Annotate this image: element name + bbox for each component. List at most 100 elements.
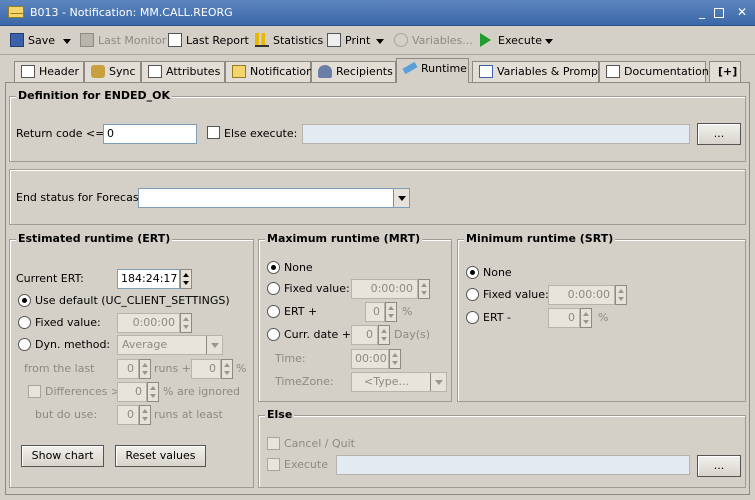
mrt-fixed-value-radio[interactable] bbox=[267, 282, 280, 295]
mrt-curr-date-radio[interactable] bbox=[267, 328, 280, 341]
minimize-button[interactable]: _ bbox=[695, 5, 709, 19]
current-ert-spinner[interactable] bbox=[180, 269, 192, 289]
add-tab-label: [+] bbox=[718, 65, 738, 78]
close-button[interactable]: ✕ bbox=[735, 5, 749, 19]
ert-fixed-value-radio[interactable] bbox=[18, 316, 31, 329]
mrt-title: Maximum runtime (MRT) bbox=[265, 232, 423, 245]
mrt-percent-sign: % bbox=[402, 305, 413, 318]
else-execute-input[interactable] bbox=[302, 124, 690, 144]
execute-button[interactable]: Execute bbox=[480, 33, 542, 49]
last-report-button[interactable]: Last Report bbox=[168, 33, 249, 49]
ert-dyn-method-radio[interactable] bbox=[18, 338, 31, 351]
tab-variables-prompts[interactable]: Variables & Prompts bbox=[472, 61, 608, 82]
mrt-ert-plus-radio[interactable] bbox=[267, 305, 280, 318]
mrt-days-spinner[interactable] bbox=[378, 325, 390, 345]
runs-at-least-input[interactable]: 0 bbox=[117, 405, 139, 425]
forecast-status-select[interactable] bbox=[138, 188, 410, 208]
srt-fixed-value-input[interactable]: 0:00:00 bbox=[548, 285, 615, 305]
tab-label: Runtime bbox=[421, 62, 467, 75]
last-monitor-button[interactable]: Last Monitor bbox=[80, 33, 166, 49]
save-label: Save bbox=[28, 34, 56, 47]
attributes-icon bbox=[148, 65, 162, 78]
tab-recipients[interactable]: Recipients bbox=[311, 61, 396, 82]
variables-button[interactable]: Variables... bbox=[394, 33, 473, 49]
window-title: B013 - Notification: MM.CALL.REORG bbox=[30, 6, 233, 19]
definition-title: Definition for ENDED_OK bbox=[16, 89, 173, 102]
tab-label: Header bbox=[39, 65, 80, 78]
differences-input[interactable]: 0 bbox=[117, 382, 147, 402]
return-code-input[interactable]: 0 bbox=[103, 124, 197, 144]
tab-runtime[interactable]: Runtime bbox=[396, 58, 469, 83]
from-last-label: from the last bbox=[24, 362, 95, 375]
current-ert-label: Current ERT: bbox=[16, 272, 84, 285]
statistics-button[interactable]: Statistics bbox=[255, 33, 323, 49]
tab-notification[interactable]: Notification bbox=[225, 61, 313, 82]
tab-label: Recipients bbox=[336, 65, 393, 78]
chevron-down-icon[interactable] bbox=[393, 189, 409, 207]
ert-fixed-value-label: Fixed value: bbox=[35, 316, 101, 329]
mrt-time-input[interactable]: 00:00 bbox=[351, 349, 389, 369]
else-group-execute-label: Execute bbox=[284, 458, 328, 471]
print-dropdown-arrow[interactable] bbox=[376, 39, 384, 44]
header-icon bbox=[21, 65, 35, 78]
tab-add[interactable]: [+] bbox=[709, 61, 741, 82]
ert-use-default-radio[interactable] bbox=[18, 294, 31, 307]
else-title: Else bbox=[265, 408, 295, 421]
reset-values-button[interactable]: Reset values bbox=[115, 445, 206, 467]
play-icon bbox=[480, 33, 491, 47]
mrt-days-input[interactable]: 0 bbox=[351, 325, 378, 345]
srt-ert-minus-radio[interactable] bbox=[466, 311, 479, 324]
mrt-ert-plus-input[interactable]: 0 bbox=[365, 302, 385, 322]
percent-input[interactable]: 0 bbox=[191, 359, 221, 379]
chevron-down-icon[interactable] bbox=[206, 336, 222, 354]
are-ignored-label: % are ignored bbox=[163, 385, 241, 398]
runs-input[interactable]: 0 bbox=[117, 359, 139, 379]
save-dropdown-arrow[interactable] bbox=[63, 39, 71, 44]
execute-dropdown-arrow[interactable] bbox=[545, 39, 553, 44]
maximize-button[interactable] bbox=[714, 8, 724, 18]
mrt-fixed-value-spinner[interactable] bbox=[418, 279, 430, 299]
ert-dyn-method-select[interactable]: Average bbox=[117, 335, 223, 355]
percent-spinner[interactable] bbox=[221, 359, 233, 379]
tab-documentation[interactable]: Documentation bbox=[599, 61, 709, 82]
srt-fixed-value-radio[interactable] bbox=[466, 288, 479, 301]
mrt-none-radio[interactable] bbox=[267, 261, 280, 274]
execute-label: Execute bbox=[498, 34, 542, 47]
else-execute-browse-button[interactable]: ... bbox=[697, 123, 741, 145]
sync-icon bbox=[91, 65, 105, 78]
srt-fixed-value-label: Fixed value: bbox=[483, 288, 549, 301]
ert-title: Estimated runtime (ERT) bbox=[16, 232, 173, 245]
current-ert-input[interactable]: 184:24:17 bbox=[117, 269, 180, 289]
ert-fixed-value-spinner[interactable] bbox=[180, 313, 192, 333]
print-button[interactable]: Print bbox=[327, 33, 370, 49]
chevron-down-icon[interactable] bbox=[430, 373, 446, 391]
mrt-ert-plus-spinner[interactable] bbox=[385, 302, 397, 322]
ert-fixed-value-input[interactable]: 0:00:00 bbox=[117, 313, 180, 333]
mrt-time-spinner[interactable] bbox=[389, 349, 401, 369]
differences-spinner[interactable] bbox=[147, 382, 159, 402]
else-group-browse-button[interactable]: ... bbox=[697, 455, 741, 477]
srt-fixed-value-spinner[interactable] bbox=[615, 285, 627, 305]
runs-at-least-spinner[interactable] bbox=[139, 405, 151, 425]
show-chart-button[interactable]: Show chart bbox=[21, 445, 104, 467]
runs-spinner[interactable] bbox=[139, 359, 151, 379]
tab-bar: Header Sync Attributes Notification Reci… bbox=[0, 57, 755, 83]
envelope-icon bbox=[8, 6, 24, 18]
else-execute-checkbox[interactable] bbox=[207, 126, 220, 139]
tab-attributes[interactable]: Attributes bbox=[141, 61, 225, 82]
mrt-fixed-value-label: Fixed value: bbox=[284, 282, 350, 295]
else-execute-checkbox-2[interactable] bbox=[267, 458, 280, 471]
tab-sync[interactable]: Sync bbox=[84, 61, 141, 82]
mrt-ert-plus-label: ERT + bbox=[284, 305, 318, 318]
mrt-fixed-value-input[interactable]: 0:00:00 bbox=[351, 279, 418, 299]
mrt-timezone-select[interactable]: <Type... bbox=[351, 372, 447, 392]
cancel-quit-checkbox[interactable] bbox=[267, 437, 280, 450]
variables-icon bbox=[479, 65, 493, 78]
save-button[interactable]: Save bbox=[10, 33, 55, 49]
tab-header[interactable]: Header bbox=[14, 61, 84, 82]
srt-ert-minus-input[interactable]: 0 bbox=[548, 308, 580, 328]
srt-ert-minus-spinner[interactable] bbox=[580, 308, 592, 328]
else-group-execute-input[interactable] bbox=[336, 455, 690, 475]
differences-checkbox[interactable] bbox=[28, 385, 41, 398]
srt-none-radio[interactable] bbox=[466, 266, 479, 279]
